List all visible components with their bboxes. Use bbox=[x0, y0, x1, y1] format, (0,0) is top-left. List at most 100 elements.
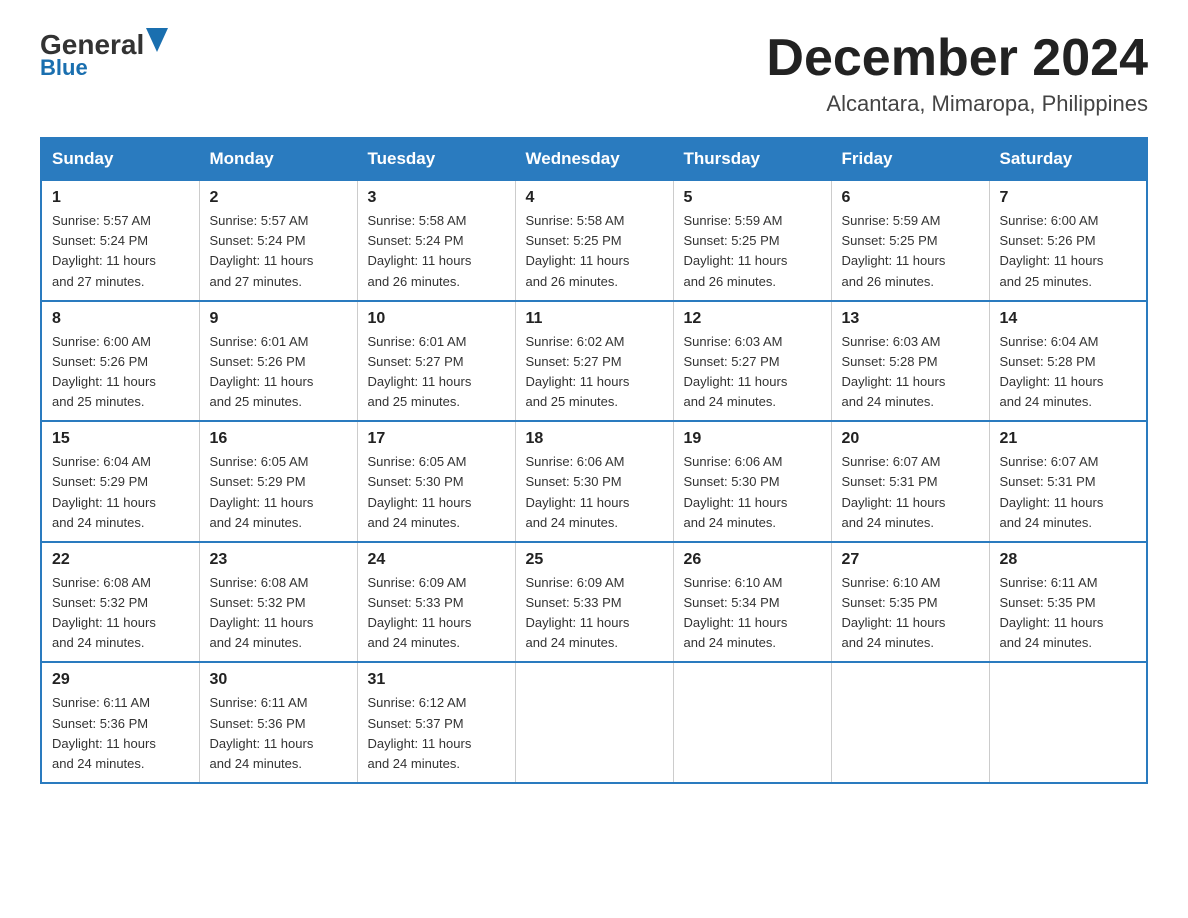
day-number: 9 bbox=[210, 310, 347, 328]
day-number: 30 bbox=[210, 671, 347, 689]
day-number: 13 bbox=[842, 310, 979, 328]
day-info: Sunrise: 6:09 AM Sunset: 5:33 PM Dayligh… bbox=[368, 573, 505, 654]
calendar-cell: 14 Sunrise: 6:04 AM Sunset: 5:28 PM Dayl… bbox=[989, 301, 1147, 422]
day-info: Sunrise: 6:11 AM Sunset: 5:35 PM Dayligh… bbox=[1000, 573, 1137, 654]
day-info: Sunrise: 6:03 AM Sunset: 5:27 PM Dayligh… bbox=[684, 332, 821, 413]
calendar-cell bbox=[989, 662, 1147, 783]
calendar-cell: 24 Sunrise: 6:09 AM Sunset: 5:33 PM Dayl… bbox=[357, 542, 515, 663]
logo-arrow-icon bbox=[146, 28, 168, 52]
calendar-cell: 6 Sunrise: 5:59 AM Sunset: 5:25 PM Dayli… bbox=[831, 180, 989, 301]
logo-blue: Blue bbox=[40, 55, 168, 81]
day-number: 5 bbox=[684, 189, 821, 207]
calendar-cell: 31 Sunrise: 6:12 AM Sunset: 5:37 PM Dayl… bbox=[357, 662, 515, 783]
day-number: 27 bbox=[842, 551, 979, 569]
day-info: Sunrise: 6:08 AM Sunset: 5:32 PM Dayligh… bbox=[52, 573, 189, 654]
day-number: 3 bbox=[368, 189, 505, 207]
calendar-week-row: 1 Sunrise: 5:57 AM Sunset: 5:24 PM Dayli… bbox=[41, 180, 1147, 301]
day-number: 17 bbox=[368, 430, 505, 448]
calendar-cell: 25 Sunrise: 6:09 AM Sunset: 5:33 PM Dayl… bbox=[515, 542, 673, 663]
day-number: 19 bbox=[684, 430, 821, 448]
calendar-cell: 7 Sunrise: 6:00 AM Sunset: 5:26 PM Dayli… bbox=[989, 180, 1147, 301]
day-number: 1 bbox=[52, 189, 189, 207]
day-number: 12 bbox=[684, 310, 821, 328]
day-number: 23 bbox=[210, 551, 347, 569]
calendar-cell: 3 Sunrise: 5:58 AM Sunset: 5:24 PM Dayli… bbox=[357, 180, 515, 301]
calendar-week-row: 22 Sunrise: 6:08 AM Sunset: 5:32 PM Dayl… bbox=[41, 542, 1147, 663]
day-number: 20 bbox=[842, 430, 979, 448]
calendar-cell: 16 Sunrise: 6:05 AM Sunset: 5:29 PM Dayl… bbox=[199, 421, 357, 542]
calendar-cell: 9 Sunrise: 6:01 AM Sunset: 5:26 PM Dayli… bbox=[199, 301, 357, 422]
calendar-week-row: 29 Sunrise: 6:11 AM Sunset: 5:36 PM Dayl… bbox=[41, 662, 1147, 783]
day-info: Sunrise: 6:10 AM Sunset: 5:34 PM Dayligh… bbox=[684, 573, 821, 654]
calendar-cell: 10 Sunrise: 6:01 AM Sunset: 5:27 PM Dayl… bbox=[357, 301, 515, 422]
day-info: Sunrise: 6:11 AM Sunset: 5:36 PM Dayligh… bbox=[52, 693, 189, 774]
day-number: 6 bbox=[842, 189, 979, 207]
header-sunday: Sunday bbox=[41, 138, 199, 180]
header-saturday: Saturday bbox=[989, 138, 1147, 180]
day-info: Sunrise: 5:57 AM Sunset: 5:24 PM Dayligh… bbox=[210, 211, 347, 292]
day-number: 28 bbox=[1000, 551, 1137, 569]
logo: General Blue bbox=[40, 30, 168, 81]
day-info: Sunrise: 5:58 AM Sunset: 5:25 PM Dayligh… bbox=[526, 211, 663, 292]
calendar-table: SundayMondayTuesdayWednesdayThursdayFrid… bbox=[40, 137, 1148, 784]
day-number: 18 bbox=[526, 430, 663, 448]
calendar-cell: 22 Sunrise: 6:08 AM Sunset: 5:32 PM Dayl… bbox=[41, 542, 199, 663]
header-wednesday: Wednesday bbox=[515, 138, 673, 180]
day-number: 22 bbox=[52, 551, 189, 569]
day-info: Sunrise: 6:10 AM Sunset: 5:35 PM Dayligh… bbox=[842, 573, 979, 654]
day-info: Sunrise: 6:04 AM Sunset: 5:29 PM Dayligh… bbox=[52, 452, 189, 533]
day-info: Sunrise: 6:12 AM Sunset: 5:37 PM Dayligh… bbox=[368, 693, 505, 774]
day-info: Sunrise: 6:02 AM Sunset: 5:27 PM Dayligh… bbox=[526, 332, 663, 413]
calendar-cell: 15 Sunrise: 6:04 AM Sunset: 5:29 PM Dayl… bbox=[41, 421, 199, 542]
day-info: Sunrise: 6:01 AM Sunset: 5:27 PM Dayligh… bbox=[368, 332, 505, 413]
day-info: Sunrise: 6:00 AM Sunset: 5:26 PM Dayligh… bbox=[52, 332, 189, 413]
day-info: Sunrise: 5:59 AM Sunset: 5:25 PM Dayligh… bbox=[842, 211, 979, 292]
day-number: 7 bbox=[1000, 189, 1137, 207]
calendar-cell: 27 Sunrise: 6:10 AM Sunset: 5:35 PM Dayl… bbox=[831, 542, 989, 663]
header-friday: Friday bbox=[831, 138, 989, 180]
calendar-cell: 29 Sunrise: 6:11 AM Sunset: 5:36 PM Dayl… bbox=[41, 662, 199, 783]
day-number: 24 bbox=[368, 551, 505, 569]
calendar-cell: 18 Sunrise: 6:06 AM Sunset: 5:30 PM Dayl… bbox=[515, 421, 673, 542]
day-number: 16 bbox=[210, 430, 347, 448]
calendar-cell: 5 Sunrise: 5:59 AM Sunset: 5:25 PM Dayli… bbox=[673, 180, 831, 301]
day-info: Sunrise: 6:00 AM Sunset: 5:26 PM Dayligh… bbox=[1000, 211, 1137, 292]
day-number: 29 bbox=[52, 671, 189, 689]
calendar-header-row: SundayMondayTuesdayWednesdayThursdayFrid… bbox=[41, 138, 1147, 180]
day-number: 14 bbox=[1000, 310, 1137, 328]
day-info: Sunrise: 6:06 AM Sunset: 5:30 PM Dayligh… bbox=[526, 452, 663, 533]
day-info: Sunrise: 6:11 AM Sunset: 5:36 PM Dayligh… bbox=[210, 693, 347, 774]
title-block: December 2024 Alcantara, Mimaropa, Phili… bbox=[766, 30, 1148, 117]
calendar-cell: 30 Sunrise: 6:11 AM Sunset: 5:36 PM Dayl… bbox=[199, 662, 357, 783]
calendar-cell: 26 Sunrise: 6:10 AM Sunset: 5:34 PM Dayl… bbox=[673, 542, 831, 663]
day-info: Sunrise: 6:05 AM Sunset: 5:29 PM Dayligh… bbox=[210, 452, 347, 533]
calendar-cell bbox=[515, 662, 673, 783]
calendar-week-row: 15 Sunrise: 6:04 AM Sunset: 5:29 PM Dayl… bbox=[41, 421, 1147, 542]
calendar-cell: 28 Sunrise: 6:11 AM Sunset: 5:35 PM Dayl… bbox=[989, 542, 1147, 663]
day-info: Sunrise: 6:03 AM Sunset: 5:28 PM Dayligh… bbox=[842, 332, 979, 413]
calendar-title: December 2024 bbox=[766, 30, 1148, 87]
day-info: Sunrise: 6:07 AM Sunset: 5:31 PM Dayligh… bbox=[1000, 452, 1137, 533]
day-number: 15 bbox=[52, 430, 189, 448]
day-number: 26 bbox=[684, 551, 821, 569]
calendar-cell: 2 Sunrise: 5:57 AM Sunset: 5:24 PM Dayli… bbox=[199, 180, 357, 301]
calendar-cell: 23 Sunrise: 6:08 AM Sunset: 5:32 PM Dayl… bbox=[199, 542, 357, 663]
day-number: 2 bbox=[210, 189, 347, 207]
calendar-cell: 1 Sunrise: 5:57 AM Sunset: 5:24 PM Dayli… bbox=[41, 180, 199, 301]
calendar-cell: 8 Sunrise: 6:00 AM Sunset: 5:26 PM Dayli… bbox=[41, 301, 199, 422]
day-info: Sunrise: 5:58 AM Sunset: 5:24 PM Dayligh… bbox=[368, 211, 505, 292]
calendar-cell: 20 Sunrise: 6:07 AM Sunset: 5:31 PM Dayl… bbox=[831, 421, 989, 542]
calendar-week-row: 8 Sunrise: 6:00 AM Sunset: 5:26 PM Dayli… bbox=[41, 301, 1147, 422]
header-tuesday: Tuesday bbox=[357, 138, 515, 180]
calendar-cell: 21 Sunrise: 6:07 AM Sunset: 5:31 PM Dayl… bbox=[989, 421, 1147, 542]
day-info: Sunrise: 5:59 AM Sunset: 5:25 PM Dayligh… bbox=[684, 211, 821, 292]
day-info: Sunrise: 5:57 AM Sunset: 5:24 PM Dayligh… bbox=[52, 211, 189, 292]
day-number: 4 bbox=[526, 189, 663, 207]
header-monday: Monday bbox=[199, 138, 357, 180]
day-number: 8 bbox=[52, 310, 189, 328]
day-info: Sunrise: 6:01 AM Sunset: 5:26 PM Dayligh… bbox=[210, 332, 347, 413]
day-number: 25 bbox=[526, 551, 663, 569]
calendar-cell: 19 Sunrise: 6:06 AM Sunset: 5:30 PM Dayl… bbox=[673, 421, 831, 542]
day-info: Sunrise: 6:05 AM Sunset: 5:30 PM Dayligh… bbox=[368, 452, 505, 533]
calendar-subtitle: Alcantara, Mimaropa, Philippines bbox=[766, 91, 1148, 117]
